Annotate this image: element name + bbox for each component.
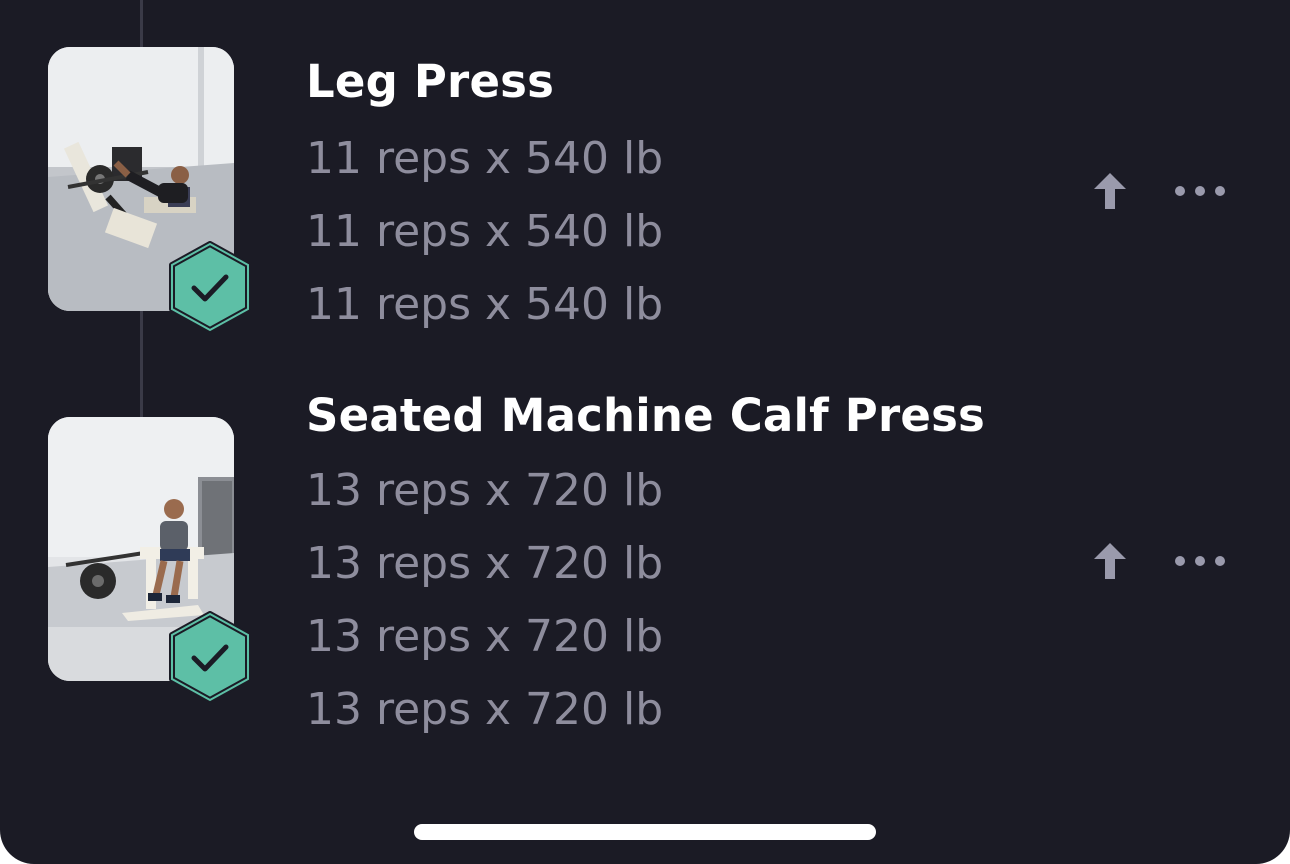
check-hexagon-icon xyxy=(169,241,251,333)
exercise-item[interactable]: Leg Press 11 reps x 540 lb 11 reps x 540… xyxy=(0,47,1290,347)
set-row: 11 reps x 540 lb xyxy=(306,206,664,257)
arrow-up-icon[interactable] xyxy=(1092,171,1128,211)
more-horizontal-icon[interactable] xyxy=(1172,551,1228,571)
set-row: 13 reps x 720 lb xyxy=(306,465,664,516)
set-row: 13 reps x 720 lb xyxy=(306,538,664,589)
exercise-item[interactable]: Seated Machine Calf Press 13 reps x 720 … xyxy=(0,389,1290,747)
set-row: 13 reps x 720 lb xyxy=(306,684,664,735)
set-row: 13 reps x 720 lb xyxy=(306,611,664,662)
home-indicator[interactable] xyxy=(414,824,876,840)
exercise-title[interactable]: Seated Machine Calf Press xyxy=(306,389,985,442)
set-row: 11 reps x 540 lb xyxy=(306,133,664,184)
timeline-connector xyxy=(140,0,143,48)
arrow-up-icon[interactable] xyxy=(1092,541,1128,581)
check-hexagon-icon xyxy=(169,611,251,703)
workout-summary-screen: Leg Press 11 reps x 540 lb 11 reps x 540… xyxy=(0,0,1290,864)
exercise-title[interactable]: Leg Press xyxy=(306,55,554,108)
set-row: 11 reps x 540 lb xyxy=(306,279,664,330)
more-horizontal-icon[interactable] xyxy=(1172,181,1228,201)
